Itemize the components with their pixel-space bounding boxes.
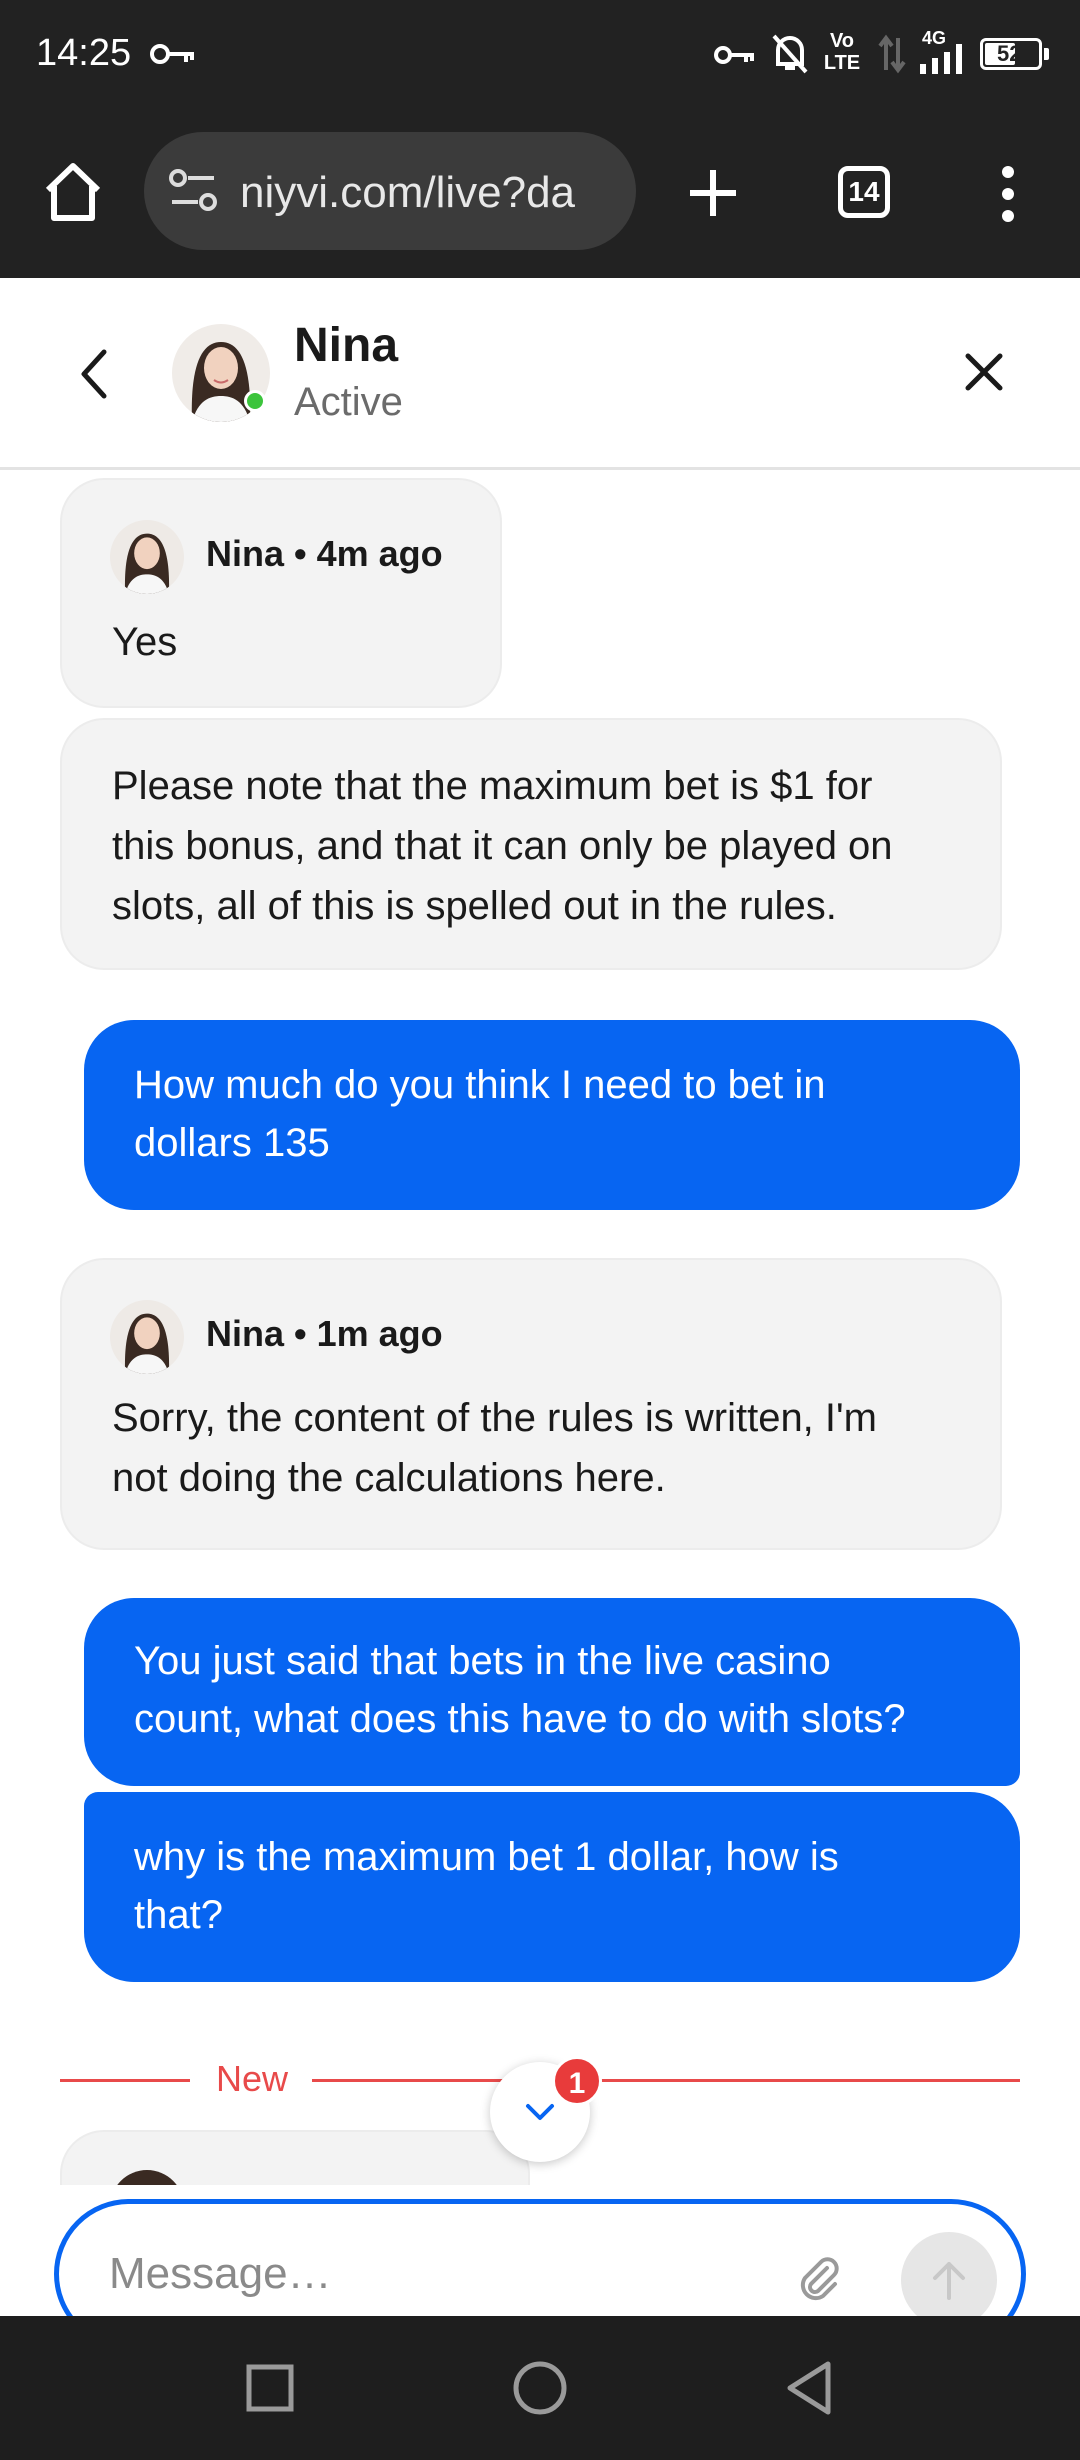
incoming-message: Nina • 1m ago Sorry, the content of the …	[60, 1258, 1002, 1550]
message-meta: Nina • 4m ago	[206, 533, 443, 574]
message-avatar	[110, 2170, 184, 2185]
battery-icon: 52	[980, 38, 1042, 70]
agent-status: Active	[294, 380, 403, 424]
outgoing-message: How much do you think I need to bet in d…	[84, 1020, 1020, 1210]
message-text: Please note that the maximum bet is $1 f…	[112, 756, 972, 936]
message-line: slots, all of this is spelled out in the…	[112, 884, 837, 928]
unread-count-badge: 1	[552, 2056, 602, 2106]
message-list[interactable]: Nina • 4m ago Yes Please note that the m…	[0, 470, 1080, 2185]
online-status-dot	[244, 390, 266, 412]
system-navigation-bar	[0, 2316, 1080, 2460]
bell-off-icon	[772, 34, 808, 74]
message-text: Yes	[112, 620, 178, 664]
back-triangle-icon[interactable]	[784, 2360, 834, 2416]
tabs-button[interactable]: 14	[838, 166, 890, 218]
message-line: count, what does this have to do with sl…	[134, 1697, 906, 1741]
more-vert-icon[interactable]	[996, 166, 1020, 222]
send-button[interactable]	[901, 2232, 997, 2316]
avatar-portrait	[124, 1313, 170, 1374]
chevron-down-icon	[526, 2104, 554, 2120]
status-bar: 14:25 Vo LTE 4G 52	[0, 0, 1080, 110]
composer-box	[54, 2199, 1026, 2316]
volte-label: Vo LTE	[823, 30, 861, 74]
incoming-message: Nina • 4m ago Yes	[60, 478, 502, 708]
home-icon[interactable]	[40, 160, 106, 224]
message-line: that?	[134, 1893, 223, 1937]
message-text: How much do you think I need to bet in d…	[134, 1056, 974, 1172]
message-line: Please note that the maximum bet is $1 f…	[112, 764, 873, 808]
agent-name: Nina	[294, 319, 399, 372]
home-circle-icon[interactable]	[512, 2360, 568, 2416]
message-line: How much do you think I need to bet in	[134, 1063, 826, 1107]
data-arrows-icon	[878, 34, 906, 74]
incoming-message-partial	[60, 2130, 530, 2185]
new-tab-plus-icon[interactable]	[686, 166, 740, 220]
battery-tip	[1044, 48, 1049, 60]
avatar-portrait	[124, 533, 170, 594]
message-text: Sorry, the content of the rules is writt…	[112, 1388, 972, 1508]
message-line: not doing the calculations here.	[112, 1456, 666, 1500]
close-icon[interactable]	[964, 352, 1004, 392]
signal-icon	[920, 44, 962, 74]
message-input[interactable]	[109, 2244, 749, 2304]
recents-square-icon[interactable]	[246, 2364, 294, 2412]
chat-header: Nina Active	[0, 278, 1080, 470]
attach-paperclip-icon[interactable]	[793, 2252, 843, 2302]
site-settings-icon[interactable]	[168, 166, 220, 216]
new-divider-line	[60, 2079, 190, 2082]
battery-percent: 52	[997, 41, 1022, 66]
outgoing-message: why is the maximum bet 1 dollar, how is …	[84, 1792, 1020, 1982]
incoming-message: Please note that the maximum bet is $1 f…	[60, 718, 1002, 970]
new-divider-line	[312, 2079, 1020, 2082]
message-avatar	[110, 1300, 184, 1374]
message-text: You just said that bets in the live casi…	[134, 1632, 994, 1748]
message-meta: Nina • 1m ago	[206, 1313, 443, 1354]
message-avatar	[110, 520, 184, 594]
url-text[interactable]: niyvi.com/live?da	[240, 168, 575, 218]
tab-count: 14	[848, 176, 880, 207]
status-time: 14:25	[36, 32, 132, 74]
back-chevron-icon[interactable]	[76, 346, 112, 402]
browser-toolbar: niyvi.com/live?da 14	[0, 110, 1080, 278]
message-line: You just said that bets in the live casi…	[134, 1639, 831, 1683]
vpn-key-icon	[714, 46, 754, 64]
arrow-up-icon	[933, 2262, 965, 2300]
address-bar[interactable]: niyvi.com/live?da	[144, 132, 636, 250]
outgoing-message: You just said that bets in the live casi…	[84, 1598, 1020, 1786]
message-line: why is the maximum bet 1 dollar, how is	[134, 1835, 839, 1879]
message-line: dollars 135	[134, 1121, 330, 1165]
message-composer	[0, 2185, 1080, 2316]
message-text: why is the maximum bet 1 dollar, how is …	[134, 1828, 974, 1944]
message-line: this bonus, and that it can only be play…	[112, 824, 893, 868]
message-line: Sorry, the content of the rules is writt…	[112, 1396, 877, 1440]
key-icon	[150, 44, 194, 64]
new-divider-label: New	[216, 2058, 289, 2099]
volte-icon: Vo LTE	[822, 30, 862, 74]
